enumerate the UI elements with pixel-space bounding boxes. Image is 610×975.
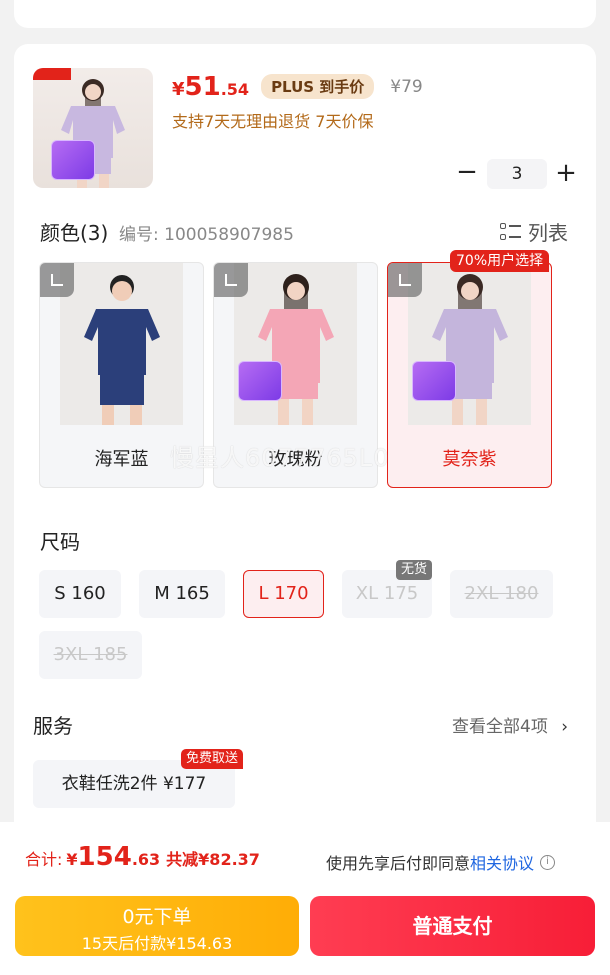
price-row: ¥ 51 .54 PLUS 到手价 ¥79 [172, 72, 423, 102]
price-decimal: .54 [220, 80, 250, 99]
color-section-title: 颜色(3) [40, 221, 109, 245]
previous-section-card [14, 0, 596, 28]
color-option-navy[interactable]: 海军蓝 [39, 262, 204, 488]
size-option-2xl[interactable]: 2XL 180 [450, 570, 553, 618]
agreement-text: 使用先享后付即同意 相关协议 i [326, 850, 556, 874]
list-view-toggle[interactable]: 列表 [500, 217, 568, 246]
pay-later-button[interactable]: 0元下单 15天后付款¥154.63 [15, 896, 299, 956]
out-of-stock-badge: 无货 [396, 560, 432, 580]
pay-later-title: 0元下单 [122, 906, 192, 928]
promo-card-graphic [51, 140, 95, 180]
total-saving: 共减¥82.37 [166, 850, 260, 869]
color-option-label: 玫瑰粉 [268, 449, 323, 470]
quantity-input[interactable]: 3 [487, 159, 547, 189]
navy-model-image [60, 263, 183, 425]
color-option-purple[interactable]: 莫奈紫 [387, 262, 552, 488]
free-pickup-badge: 免费取送 [181, 749, 244, 769]
zoom-corner-icon[interactable] [214, 263, 248, 297]
size-option-m[interactable]: M 165 [139, 570, 225, 618]
color-option-label: 海军蓝 [94, 449, 149, 470]
size-section-title: 尺码 [40, 530, 80, 554]
navy-shorts [100, 375, 144, 405]
original-price: ¥79 [390, 77, 423, 97]
info-icon[interactable]: i [540, 854, 556, 870]
price-currency: ¥ [172, 79, 185, 100]
zoom-corner-icon[interactable] [388, 263, 422, 297]
plus-price-badge: PLUS 到手价 [261, 74, 375, 99]
promo-card-graphic [412, 361, 456, 401]
zoom-corner-icon[interactable] [40, 263, 74, 297]
promo-card-graphic [238, 361, 282, 401]
size-option-s[interactable]: S 160 [39, 570, 121, 618]
color-option-pink[interactable]: 玫瑰粉 [213, 262, 378, 488]
size-option-label: 2XL 180 [464, 583, 539, 604]
product-code: 编号: 100058907985 [119, 225, 294, 245]
pay-later-subtitle: 15天后付款¥154.63 [81, 934, 233, 953]
product-thumbnail [33, 68, 153, 188]
chevron-right-icon: › [561, 717, 569, 737]
size-option-label: 3XL 185 [53, 644, 128, 665]
brand-tag [33, 68, 71, 80]
total-decimal: .63 [131, 850, 161, 869]
service-section-title: 服务 [33, 714, 73, 738]
agreement-prefix: 使用先享后付即同意 [326, 854, 471, 873]
total-row: 合计: ¥ 154 .63 共减¥82.37 [25, 842, 260, 872]
return-policy-text: 支持7天无理由退货 7天价保 [172, 112, 374, 131]
quantity-decrease-button[interactable]: − [455, 159, 479, 186]
price-integer: 51 [184, 72, 221, 102]
agreement-link[interactable]: 相关协议 [470, 850, 534, 874]
size-option-l[interactable]: L 170 [243, 570, 324, 618]
total-label: 合计: [25, 850, 63, 869]
view-all-label: 查看全部4项 [452, 717, 548, 737]
list-view-label: 列表 [528, 221, 568, 245]
color-option-label: 莫奈紫 [442, 449, 497, 470]
normal-pay-button[interactable]: 普通支付 [310, 896, 595, 956]
size-option-3xl[interactable]: 3XL 185 [39, 631, 142, 679]
total-integer: 154 [77, 842, 132, 872]
total-currency: ¥ [66, 850, 78, 869]
list-icon [500, 221, 522, 243]
popular-choice-badge: 70%用户选择 [450, 250, 550, 272]
view-all-services-link[interactable]: 查看全部4项 › [452, 712, 568, 737]
quantity-increase-button[interactable]: + [554, 158, 578, 188]
